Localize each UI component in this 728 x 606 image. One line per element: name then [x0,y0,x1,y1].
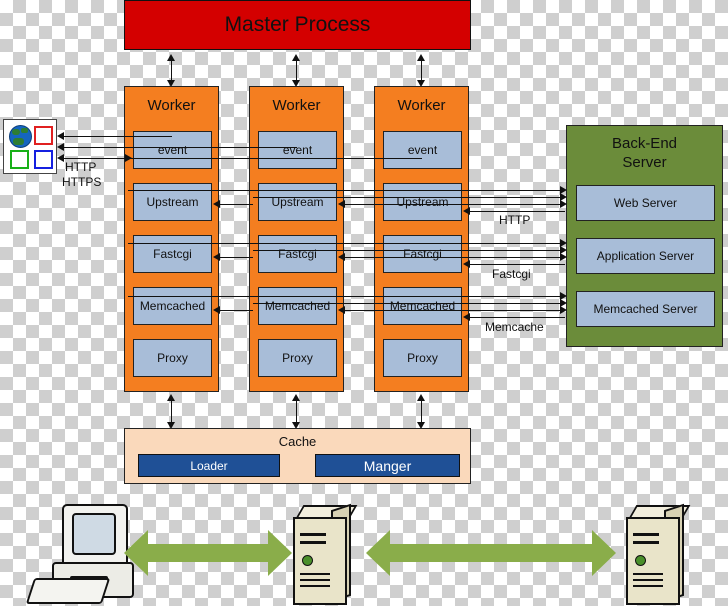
protocol-fastcgi-label: Fastcgi [492,267,531,281]
worker-module-proxy: Proxy [133,339,212,377]
browser-tile-red [34,126,53,145]
web-browser-icon [3,119,57,174]
protocol-memcache-label: Memcache [485,320,544,334]
worker-module-proxy: Proxy [258,339,337,377]
worker-column-1: Worker event Upstream Fastcgi Memcached … [124,86,219,392]
green-arrow-server-backend [366,530,616,576]
cache-loader-box: Loader [138,454,280,477]
worker-module-upstream: Upstream [133,183,212,221]
cache-title: Cache [278,434,317,449]
master-process-block: Master Process [124,0,471,50]
client-protocol-http-label: HTTP [65,160,97,174]
worker-title: Worker [397,97,446,114]
worker-column-2: Worker event Upstream Fastcgi Memcached … [249,86,344,392]
worker-module-fastcgi: Fastcgi [383,235,462,273]
worker-title: Worker [272,97,321,114]
master-process-label: Master Process [224,13,371,36]
worker-module-memcached: Memcached [258,287,337,325]
worker-module-upstream: Upstream [258,183,337,221]
worker-module-memcached: Memcached [383,287,462,325]
backend-service-memcached-server: Memcached Server [576,291,715,327]
worker-module-event: event [258,131,337,169]
cache-manger-box: Manger [315,454,460,477]
backend-server-title: Back-End Server [567,134,722,172]
globe-icon [9,125,32,148]
worker-module-event: event [383,131,462,169]
monitor-icon [62,504,128,568]
client-protocol-https-label: HTTPS [62,175,102,189]
backend-title-line1: Back-End [611,135,678,152]
green-arrow-client-server [124,530,292,576]
protocol-http-label: HTTP [499,213,531,227]
worker-module-memcached: Memcached [133,287,212,325]
cache-block: Cache Loader Manger [124,428,471,484]
browser-tile-green [10,150,29,169]
worker-module-proxy: Proxy [383,339,462,377]
backend-service-web-server: Web Server [576,185,715,221]
monitor-screen [72,513,116,555]
diagram-canvas: Master Process Worker event Upstream Fas… [0,0,728,606]
backend-title-line2: Server [622,154,667,171]
worker-module-fastcgi: Fastcgi [258,235,337,273]
server-tower-icon-left [287,503,358,605]
server-tower-icon-right [620,503,691,605]
worker-column-3: Worker event Upstream Fastcgi Memcached … [374,86,469,392]
backend-server-block: Back-End Server Web Server Application S… [566,125,723,347]
worker-module-upstream: Upstream [383,183,462,221]
backend-service-application-server: Application Server [576,238,715,274]
worker-module-fastcgi: Fastcgi [133,235,212,273]
keyboard-icon [25,578,111,604]
browser-tile-blue [34,150,53,169]
worker-title: Worker [147,97,196,114]
